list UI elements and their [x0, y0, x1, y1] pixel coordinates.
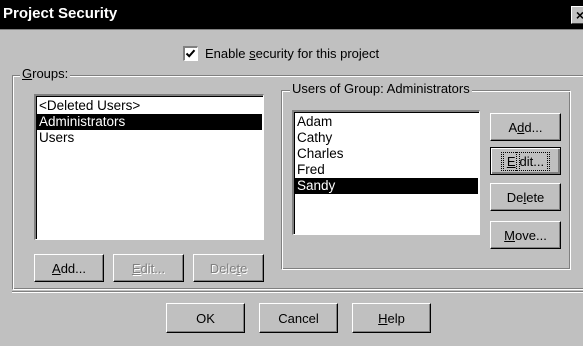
cancel-button[interactable]: Cancel — [259, 303, 338, 333]
ok-button[interactable]: OK — [166, 303, 245, 333]
enable-security-row[interactable]: Enable security for this project — [183, 44, 379, 62]
checkmark-icon — [185, 49, 196, 58]
groups-list-item[interactable]: Users — [37, 130, 262, 146]
help-button[interactable]: Help — [352, 303, 431, 333]
users-list-item[interactable]: Sandy — [295, 178, 478, 194]
groups-delete-button[interactable]: Delete — [193, 254, 264, 282]
window-title: Project Security — [3, 5, 118, 22]
users-delete-button[interactable]: Delete — [490, 183, 561, 211]
groups-list[interactable]: <Deleted Users> Administrators Users — [34, 94, 264, 240]
groups-legend: Groups: — [20, 66, 71, 81]
users-list-item[interactable]: Charles — [295, 146, 478, 162]
groups-edit-button[interactable]: Edit... — [113, 254, 184, 282]
groups-list-item[interactable]: <Deleted Users> — [37, 98, 262, 114]
footer-divider — [12, 291, 583, 293]
users-move-button[interactable]: Move... — [490, 221, 561, 249]
users-list-item[interactable]: Adam — [295, 114, 478, 130]
users-list-item[interactable]: Fred — [295, 162, 478, 178]
users-edit-button[interactable]: Edit... — [490, 147, 561, 175]
groups-list-item[interactable]: Administrators — [37, 114, 262, 130]
enable-security-checkbox[interactable] — [183, 45, 198, 61]
close-icon[interactable]: × — [571, 6, 583, 24]
users-add-button[interactable]: Add... — [490, 113, 561, 141]
enable-security-label: Enable security for this project — [205, 45, 380, 61]
project-security-dialog: Project Security × Enable security for t… — [0, 0, 583, 346]
title-bar[interactable]: Project Security × — [0, 0, 583, 30]
users-list[interactable]: Adam Cathy Charles Fred Sandy — [292, 110, 480, 235]
users-list-item[interactable]: Cathy — [295, 130, 478, 146]
groups-add-button[interactable]: Add... — [34, 254, 104, 282]
users-legend: Users of Group: Administrators — [290, 81, 472, 96]
